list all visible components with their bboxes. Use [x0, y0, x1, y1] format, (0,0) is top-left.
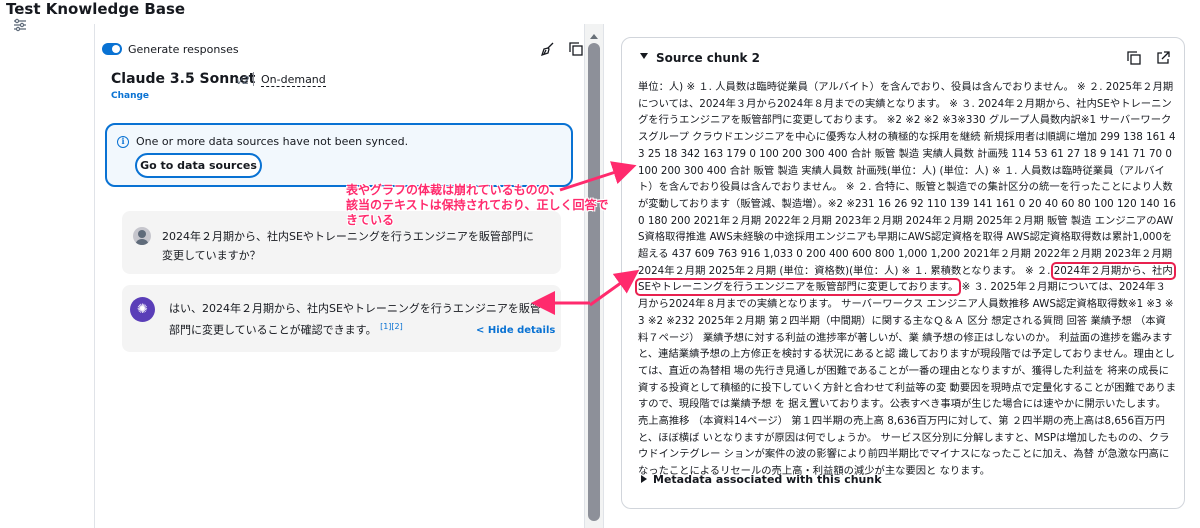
window-titlebar: Test Knowledge Base	[0, 0, 1200, 24]
user-avatar-icon	[133, 227, 151, 245]
assistant-avatar-icon: ✺	[130, 297, 155, 322]
annotation-line-2: 該当のテキストは保持されており、正しく回答できている	[346, 198, 609, 227]
left-rail	[0, 24, 95, 528]
annotation-line-1: 表やグラフの体裁は崩れているものの、	[346, 183, 562, 197]
go-to-data-sources-label: Go to data sources	[140, 159, 257, 172]
source-text-after: ※ ３. 2025年２月期については、2024年３月から2024年８月までの実績…	[638, 281, 1176, 478]
window-title: Test Knowledge Base	[6, 0, 186, 18]
generate-responses-toggle[interactable]	[102, 43, 122, 55]
metadata-expander[interactable]: Metadata associated with this chunk	[653, 473, 882, 486]
generate-responses-label: Generate responses	[128, 43, 239, 56]
source-chunk-text: 単位：人) ※ １. 人員数は臨時従業員（アルバイト）を含んでおり、役員は含んで…	[635, 79, 1176, 480]
source-text-before: 単位：人) ※ １. 人員数は臨時従業員（アルバイト）を含んでおり、役員は含んで…	[638, 81, 1176, 277]
external-link-icon[interactable]	[1156, 51, 1170, 65]
settings-sliders-icon[interactable]	[13, 18, 27, 32]
model-name: Claude 3.5 Sonnet	[111, 71, 256, 87]
copy-icon[interactable]	[569, 42, 583, 56]
scroll-up-arrow-icon[interactable]	[590, 34, 598, 39]
model-mode[interactable]: On-demand	[261, 73, 326, 87]
change-model-link[interactable]: Change	[111, 91, 149, 101]
user-message-text: 2024年２月期から、社内SEやトレーニングを行うエンジニアを販管部門に変更して…	[162, 230, 534, 262]
broom-icon[interactable]	[541, 42, 555, 56]
copy-icon[interactable]	[1127, 51, 1141, 65]
go-to-data-sources-button[interactable]: Go to data sources	[135, 153, 262, 178]
model-divider	[253, 72, 254, 86]
hide-details-link[interactable]: < Hide details	[476, 325, 555, 336]
chat-pane	[96, 24, 584, 528]
sync-alert-text: One or more data sources have not been s…	[136, 135, 409, 148]
caret-right-icon[interactable]	[641, 475, 647, 483]
annotation-callout: 表やグラフの体裁は崩れているものの、 該当のテキストは保持されており、正しく回答…	[346, 183, 620, 228]
info-icon: i	[117, 136, 129, 148]
source-chunk-title[interactable]: Source chunk 2	[656, 51, 760, 65]
scrollbar-thumb[interactable]	[588, 43, 600, 521]
caret-down-icon[interactable]	[640, 53, 648, 59]
citation-links[interactable]: [1][2]	[380, 322, 403, 331]
model-version: v2	[236, 74, 250, 87]
